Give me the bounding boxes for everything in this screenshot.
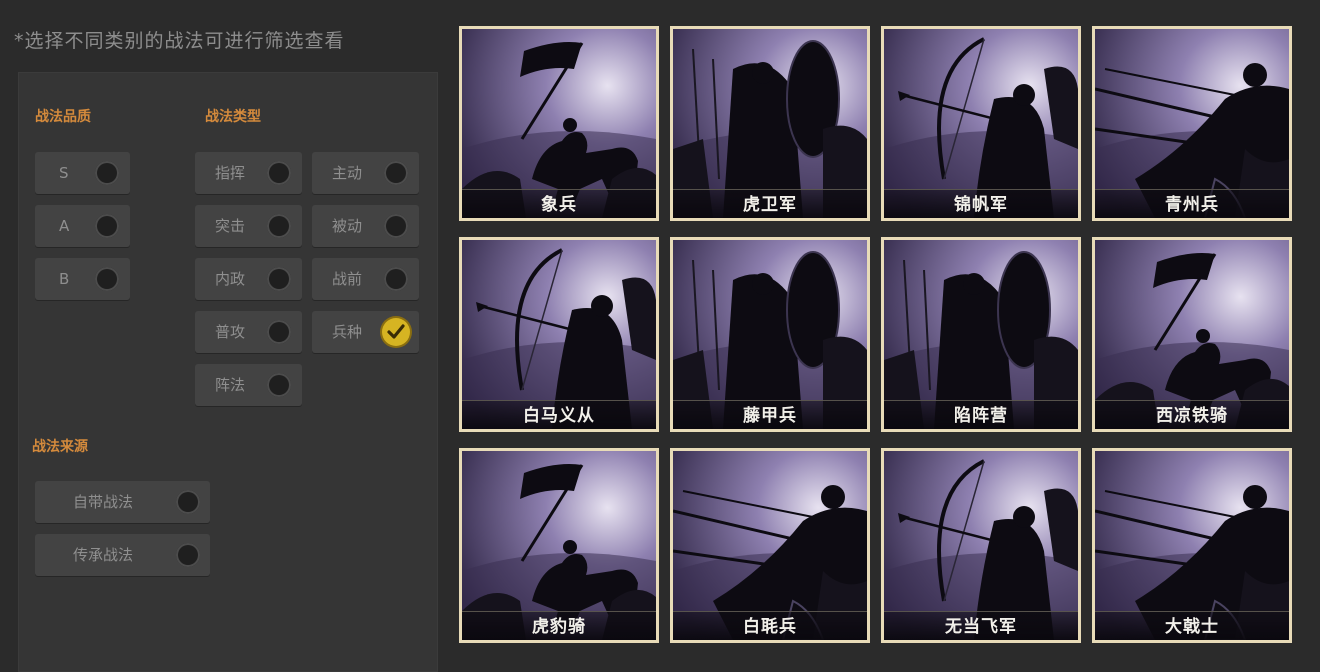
filter-panel: 战法品质 战法类型 战法来源 S A B 指挥 主动突击 被动内政 战前普攻 兵种阵法自带战法… [18, 72, 438, 672]
troop-card-name: 锦帆军 [954, 195, 1008, 215]
radio-circle-icon [384, 214, 408, 238]
type-option-7[interactable]: 普攻 [195, 311, 302, 353]
option-label: 传承战法 [73, 546, 134, 564]
troop-card-name: 白马义从 [523, 406, 595, 426]
troop-card[interactable]: 青州兵 [1092, 26, 1292, 221]
troop-card[interactable]: 虎卫军 [670, 26, 870, 221]
type-option-4[interactable]: 被动 [312, 205, 419, 247]
source-option-2[interactable]: 传承战法 [35, 534, 210, 576]
radio-circle-icon [95, 267, 119, 291]
radio-circle-icon [176, 490, 200, 514]
troop-card[interactable]: 无当飞军 [881, 448, 1081, 643]
quality-option-s[interactable]: S [35, 152, 130, 194]
option-label: A [59, 217, 70, 235]
type-option-5[interactable]: 内政 [195, 258, 302, 300]
type-option-6[interactable]: 战前 [312, 258, 419, 300]
option-label: 突击 [215, 217, 246, 235]
option-label: 指挥 [215, 164, 246, 182]
quality-option-b[interactable]: B [35, 258, 130, 300]
troop-card-name: 藤甲兵 [743, 406, 797, 426]
troop-card[interactable]: 西凉铁骑 [1092, 237, 1292, 432]
troop-card[interactable]: 虎豹骑 [459, 448, 659, 643]
troop-card-name: 白毦兵 [743, 617, 797, 637]
option-label: 自带战法 [73, 493, 134, 511]
option-label: 内政 [215, 270, 246, 288]
radio-circle-icon [267, 373, 291, 397]
troop-card[interactable]: 陷阵营 [881, 237, 1081, 432]
radio-circle-icon [176, 543, 200, 567]
radio-circle-icon [267, 267, 291, 291]
troop-card-name: 虎卫军 [743, 195, 797, 215]
radio-circle-icon [384, 161, 408, 185]
troop-card[interactable]: 白毦兵 [670, 448, 870, 643]
type-option-3[interactable]: 突击 [195, 205, 302, 247]
type-option-2[interactable]: 主动 [312, 152, 419, 194]
quality-section-title: 战法品质 [35, 109, 91, 125]
quality-option-a[interactable]: A [35, 205, 130, 247]
option-label: S [59, 164, 69, 182]
option-label: 兵种 [332, 323, 363, 341]
troop-card-name: 象兵 [541, 195, 577, 215]
troop-card[interactable]: 藤甲兵 [670, 237, 870, 432]
troop-card[interactable]: 象兵 [459, 26, 659, 221]
checkmark-icon [382, 318, 410, 346]
radio-circle-icon [95, 214, 119, 238]
type-option-9[interactable]: 阵法 [195, 364, 302, 406]
troop-card[interactable]: 白马义从 [459, 237, 659, 432]
source-option-1[interactable]: 自带战法 [35, 481, 210, 523]
radio-circle-icon [267, 161, 291, 185]
type-option-1[interactable]: 指挥 [195, 152, 302, 194]
filter-hint: *选择不同类别的战法可进行筛选查看 [14, 30, 345, 52]
troop-card[interactable]: 锦帆军 [881, 26, 1081, 221]
option-label: 战前 [332, 270, 363, 288]
option-label: 阵法 [215, 376, 246, 394]
option-label: B [59, 270, 70, 288]
troop-card-name: 无当飞军 [945, 617, 1017, 637]
radio-circle-icon [267, 320, 291, 344]
troop-card-name: 陷阵营 [954, 406, 1008, 426]
type-section-title: 战法类型 [205, 109, 261, 125]
option-label: 主动 [332, 164, 363, 182]
type-option-8[interactable]: 兵种 [312, 311, 419, 353]
source-section-title: 战法来源 [32, 439, 88, 455]
troop-card[interactable]: 大戟士 [1092, 448, 1292, 643]
troop-card-name: 虎豹骑 [532, 617, 586, 637]
radio-circle-icon [267, 214, 291, 238]
option-label: 普攻 [215, 323, 246, 341]
troop-card-name: 青州兵 [1165, 195, 1219, 215]
radio-circle-icon [95, 161, 119, 185]
troop-card-name: 大戟士 [1165, 617, 1219, 637]
option-label: 被动 [332, 217, 363, 235]
troop-card-name: 西凉铁骑 [1156, 406, 1228, 426]
radio-circle-icon [384, 267, 408, 291]
